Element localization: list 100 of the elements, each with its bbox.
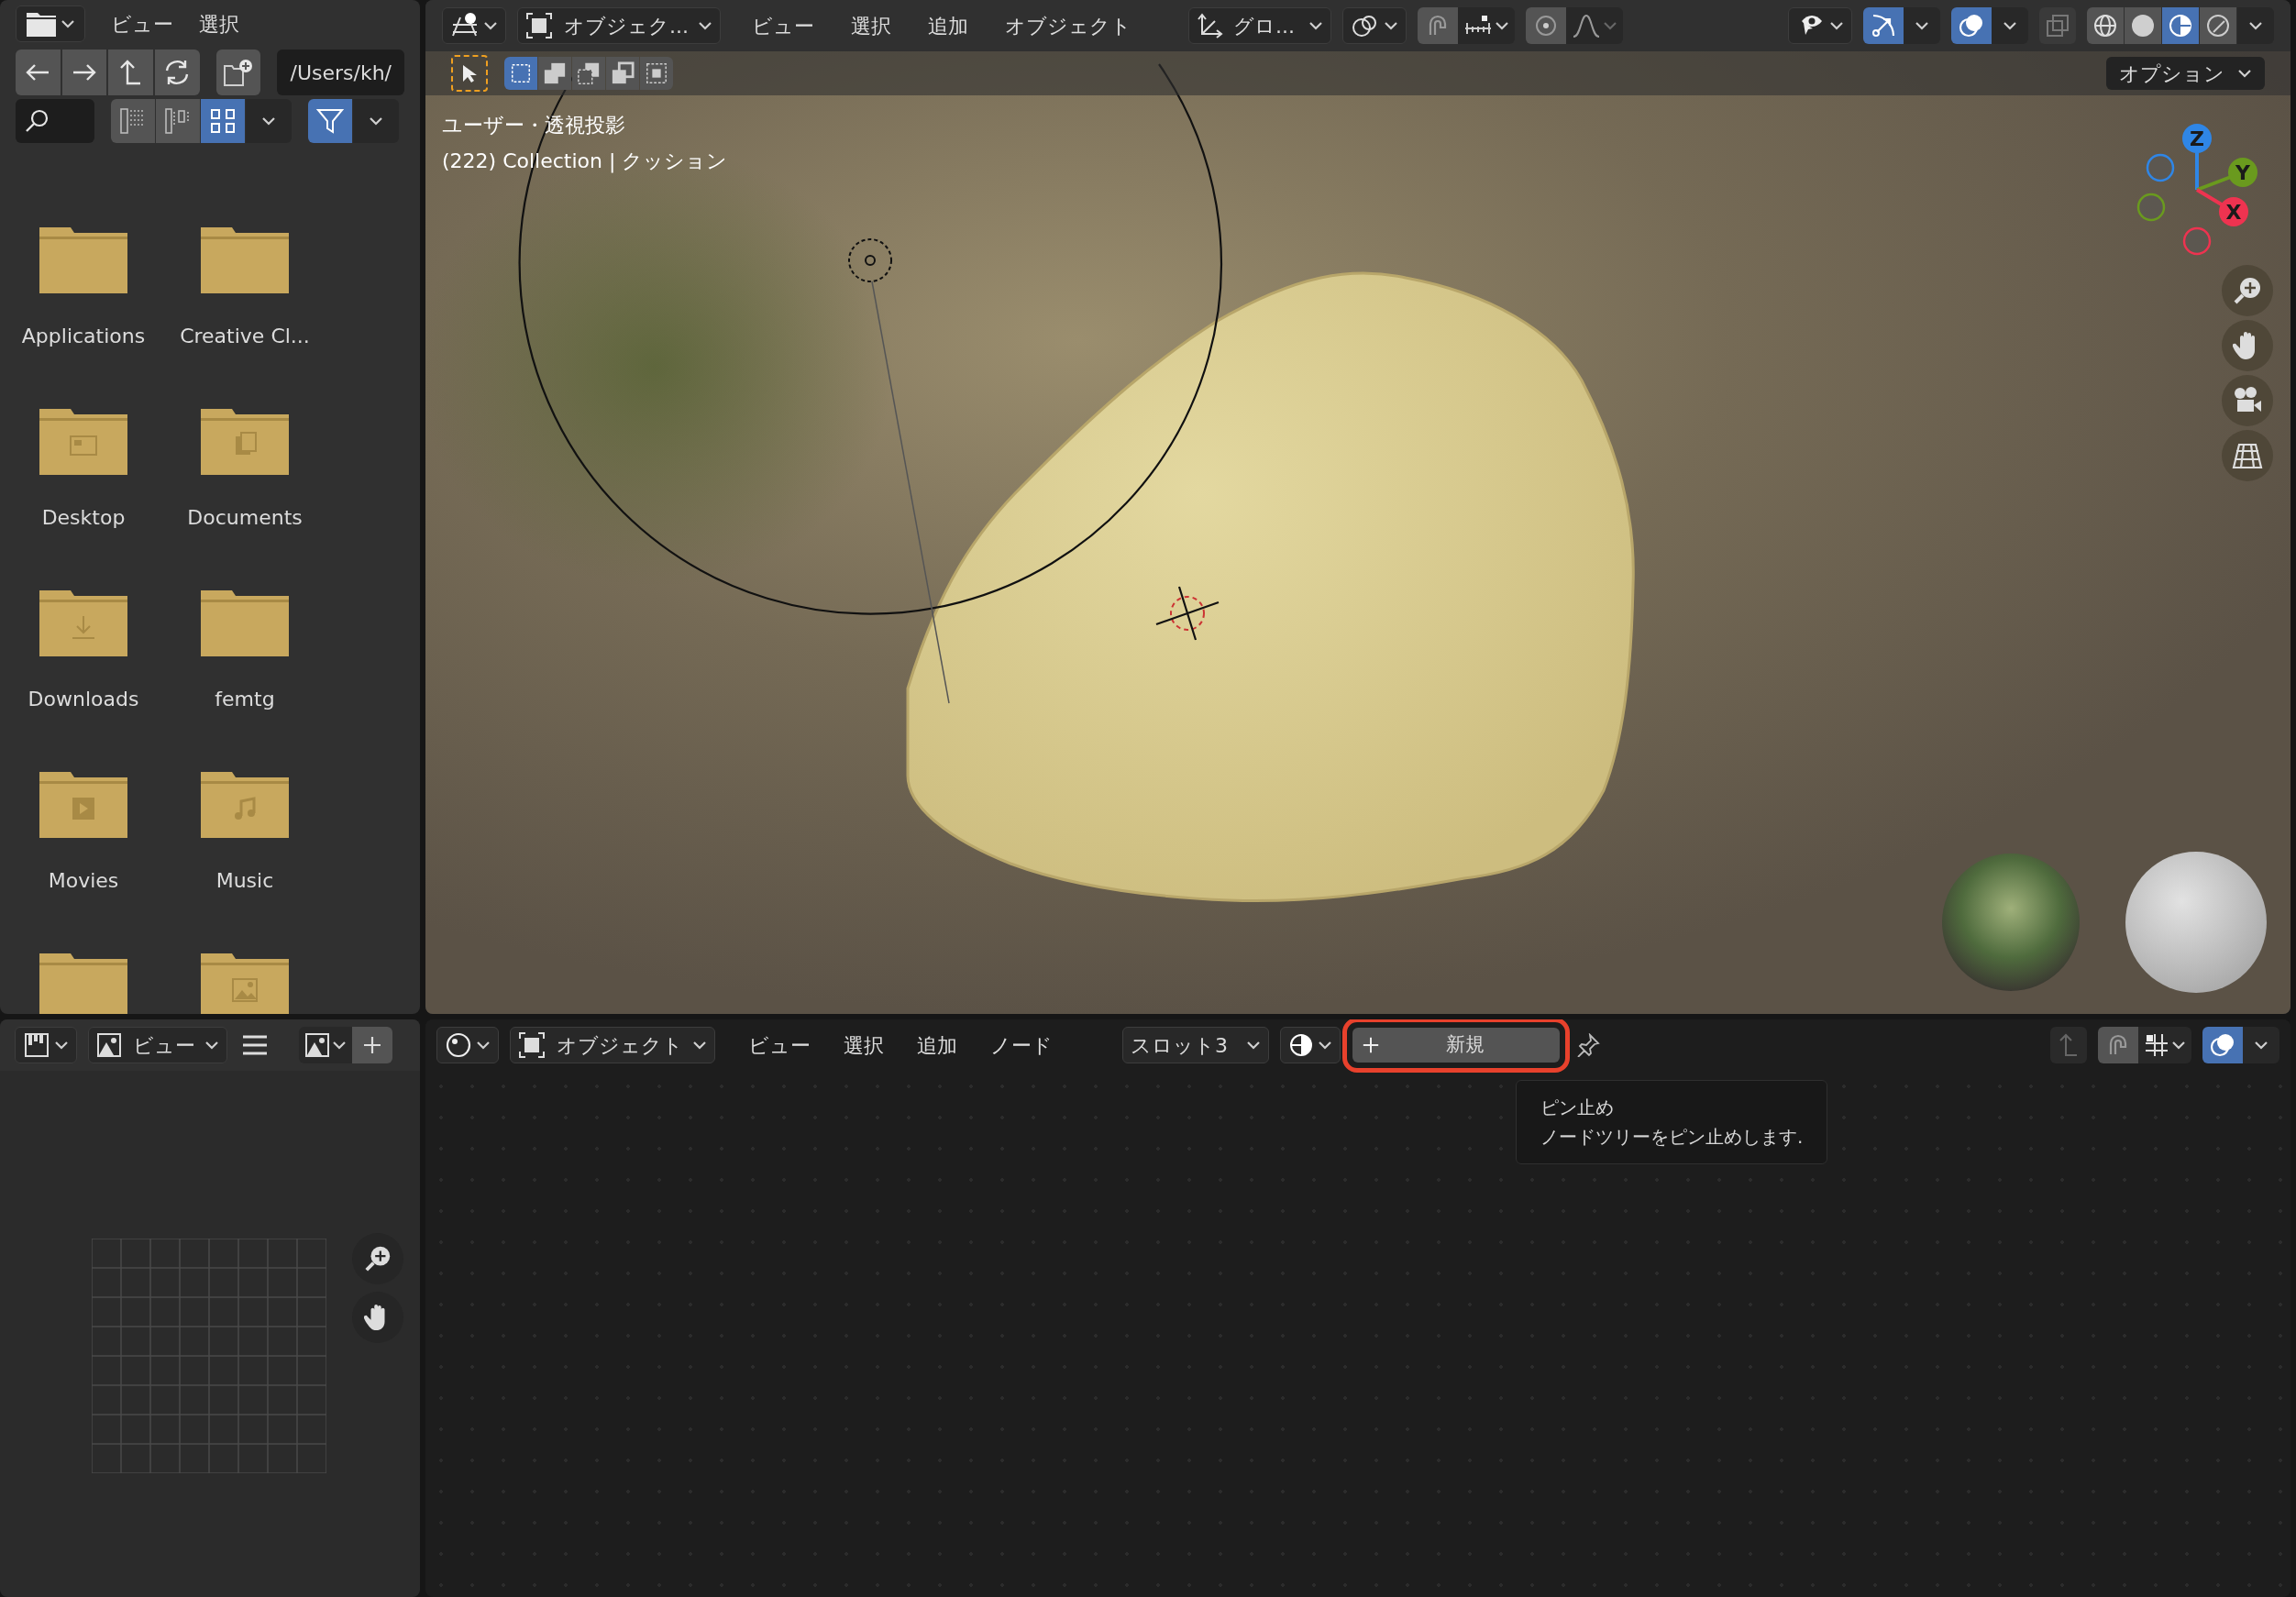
display-mode-button[interactable] [156, 99, 200, 143]
gizmo-toggle[interactable] [1863, 7, 1904, 44]
editor-type-button[interactable] [442, 7, 506, 44]
slot-dropdown[interactable]: スロット3 [1122, 1027, 1269, 1063]
select-mode-button[interactable] [572, 57, 605, 90]
hdri-preview-sphere[interactable] [1942, 854, 2080, 991]
menu-item[interactable]: ビュー [748, 1030, 811, 1061]
select-mode-button[interactable] [640, 57, 673, 90]
search-icon [25, 108, 50, 134]
overlay-toggle[interactable] [2202, 1027, 2243, 1063]
image-icon [304, 1032, 330, 1058]
chevron-icon [2171, 1041, 2186, 1050]
cursor-icon [460, 63, 479, 83]
refresh-button[interactable] [155, 50, 200, 95]
material-browse-button[interactable] [1280, 1027, 1341, 1063]
negative-axis-handle[interactable] [2146, 153, 2175, 182]
snap-toggle[interactable] [1418, 7, 1458, 44]
overlay-icon [2209, 1031, 2236, 1059]
chevron-icon [1915, 21, 1929, 30]
menu-item[interactable]: オブジェクト [1005, 10, 1131, 41]
visibility-dropdown[interactable] [1788, 7, 1852, 44]
menu-item[interactable]: 選択 [844, 1030, 884, 1061]
display-mode-button[interactable] [201, 99, 245, 143]
menu-item[interactable]: 追加 [928, 10, 968, 41]
parent-node-tree-button[interactable] [2050, 1027, 2087, 1063]
mode-label: オブジェク... [564, 13, 689, 39]
menu-item[interactable]: 選択 [199, 8, 239, 39]
axis-gizmo-handle[interactable]: Y [2196, 158, 2257, 192]
chevron-icon [54, 1041, 69, 1050]
chevron-icon [2248, 21, 2263, 30]
chevron-icon [2254, 1041, 2268, 1050]
path-field[interactable]: /Users/kh/ [277, 50, 404, 95]
select-mode-button[interactable] [606, 57, 639, 90]
pivot-dropdown[interactable] [1342, 7, 1407, 44]
menu-item[interactable]: ビュー [752, 10, 814, 41]
snap-target-dropdown[interactable] [1458, 7, 1515, 44]
chevron-icon [1246, 1041, 1261, 1050]
search-field[interactable] [16, 99, 94, 143]
mode-dropdown[interactable]: オブジェクト [510, 1027, 715, 1063]
overlay-toggle[interactable] [1951, 7, 1992, 44]
chevron-icon [1318, 1041, 1332, 1050]
image-browse-button[interactable] [299, 1027, 352, 1063]
xray-toggle[interactable] [2039, 7, 2076, 44]
overlay-dropdown[interactable] [2243, 1027, 2279, 1063]
chevron-icon [261, 116, 276, 126]
chevron-icon [698, 21, 712, 30]
filter-icon [316, 107, 344, 135]
new-image-button[interactable] [352, 1027, 392, 1063]
orientation-label: グロ... [1233, 13, 1295, 39]
menu-item[interactable]: 追加 [917, 1030, 957, 1061]
options-dropdown[interactable]: オプション [2106, 57, 2265, 90]
rendered-shading-icon [2205, 13, 2231, 39]
shading-mode-button[interactable] [2087, 7, 2124, 44]
menu-item[interactable]: ビュー [111, 8, 173, 39]
select-mode-icon [577, 61, 601, 85]
chevron-icon [1495, 21, 1509, 30]
chevron-icon [2003, 21, 2017, 30]
select-mode-button[interactable] [538, 57, 571, 90]
file-name: Documents [187, 505, 303, 531]
parent-arrow-icon [2058, 1032, 2080, 1058]
menu-item[interactable]: ノード [990, 1030, 1053, 1061]
shading-mode-button[interactable] [2125, 7, 2161, 44]
select-mode-button[interactable] [504, 57, 537, 90]
editor-type-button[interactable] [16, 6, 85, 42]
proportional-edit-toggle[interactable] [1526, 7, 1566, 44]
mode-dropdown[interactable]: オブジェク... [517, 7, 721, 44]
mode-label: オブジェクト [557, 1032, 683, 1059]
negative-axis-handle[interactable] [2136, 193, 2166, 222]
plus-icon [362, 1035, 382, 1055]
lamp-icon[interactable] [848, 238, 892, 282]
shading-dropdown[interactable] [2237, 7, 2274, 44]
chevron-icon [61, 19, 75, 28]
tooltip-title: ピン止め [1540, 1096, 1615, 1120]
select-tool-button[interactable] [451, 55, 488, 92]
falloff-dropdown[interactable] [1566, 7, 1623, 44]
overlay-dropdown[interactable] [1992, 7, 2028, 44]
gizmo-dropdown[interactable] [1904, 7, 1940, 44]
view-dropdown[interactable]: ビュー [88, 1027, 227, 1063]
matte-preview-sphere[interactable] [2125, 852, 2267, 993]
chevron-icon [369, 116, 383, 126]
axis-gizmo-handle[interactable]: Z [2182, 124, 2212, 190]
shading-mode-button[interactable] [2162, 7, 2199, 44]
snap-toggle[interactable] [2098, 1027, 2138, 1063]
image-editor-icon [23, 1031, 50, 1059]
parent-directory-button[interactable] [108, 50, 154, 95]
axis-gizmo-handle[interactable]: X [2195, 188, 2248, 226]
editor-type-button[interactable] [436, 1027, 499, 1063]
filter-toggle[interactable] [308, 99, 352, 143]
snap-target-dropdown[interactable] [2138, 1027, 2191, 1063]
fur-cushion[interactable] [906, 271, 1635, 902]
negative-axis-handle[interactable] [2182, 226, 2212, 256]
editor-type-button[interactable] [15, 1027, 77, 1063]
shading-mode-button[interactable] [2200, 7, 2236, 44]
new-folder-button[interactable] [215, 50, 261, 95]
transform-orientation-dropdown[interactable]: グロ... [1188, 7, 1331, 44]
menu-item[interactable]: 選択 [851, 10, 891, 41]
forward-button[interactable] [61, 50, 107, 95]
new-material-button[interactable]: 新規 [1352, 1028, 1560, 1063]
chevron-icon [1829, 21, 1844, 30]
back-button[interactable] [16, 50, 61, 95]
